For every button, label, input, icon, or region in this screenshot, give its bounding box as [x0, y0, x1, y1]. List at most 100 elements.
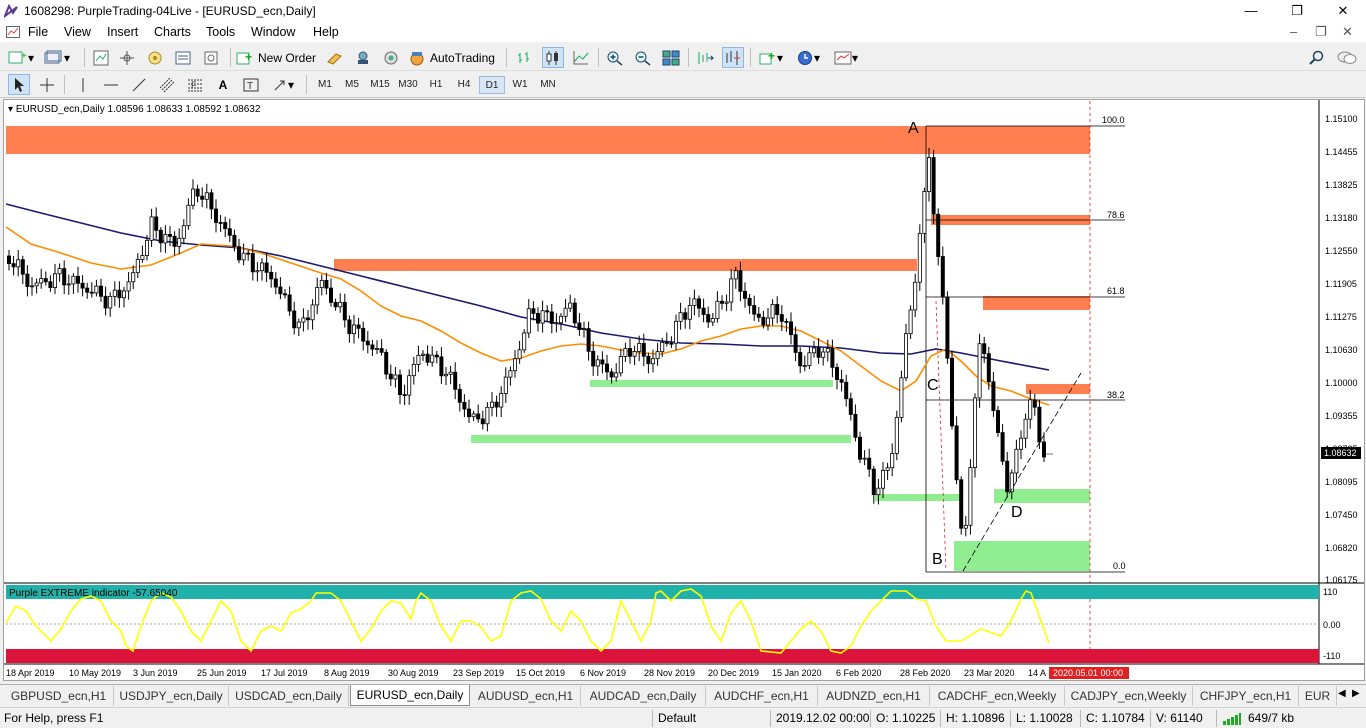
- signals-button[interactable]: [352, 47, 374, 68]
- candle-body: [922, 191, 927, 234]
- menu-insert[interactable]: Insert: [107, 25, 138, 39]
- terminal-button[interactable]: [172, 47, 194, 68]
- tab-audcad-daily[interactable]: AUDCAD_ecn,Daily: [581, 686, 706, 706]
- candle-body: [181, 225, 186, 239]
- candlestick-chart-button[interactable]: [542, 47, 564, 68]
- zoom-in-button[interactable]: [604, 47, 626, 68]
- mdi-close-button[interactable]: ✕: [1342, 24, 1353, 40]
- line-chart-button[interactable]: [570, 47, 592, 68]
- status-profile[interactable]: Default: [658, 711, 696, 725]
- candle-body: [825, 348, 830, 353]
- mdi-minimize-button[interactable]: –: [1290, 24, 1297, 39]
- connection-status-icon[interactable]: [1222, 713, 1242, 725]
- trendline-tool[interactable]: [128, 74, 150, 95]
- chart-window[interactable]: 100.0 78.6 61.8 38.2 0.0 A B C D 1.15100…: [3, 99, 1365, 681]
- text-label-tool[interactable]: T: [240, 74, 262, 95]
- menu-tools[interactable]: Tools: [206, 25, 235, 39]
- support-zone[interactable]: [471, 435, 851, 443]
- channel-icon: [159, 77, 175, 92]
- tab-scroll-left[interactable]: ◀: [1338, 688, 1346, 699]
- tab-audnzd-h1[interactable]: AUDNZD_ecn,H1: [818, 686, 930, 706]
- autoscroll-button[interactable]: [694, 47, 716, 68]
- menu-view[interactable]: View: [64, 25, 91, 39]
- tab-usdcad-daily[interactable]: USDCAD_ecn,Daily: [229, 686, 349, 706]
- date-tick: 28 Nov 2019: [644, 668, 695, 678]
- price-chart[interactable]: 100.0 78.6 61.8 38.2 0.0 A B C D 1.15100…: [4, 100, 1364, 680]
- resistance-zone[interactable]: [1026, 384, 1090, 394]
- candle-body: [80, 282, 85, 289]
- candle-body: [540, 310, 545, 324]
- menu-window[interactable]: Window: [251, 25, 295, 39]
- collapse-arrow-icon[interactable]: ▾: [8, 104, 13, 115]
- maximize-button[interactable]: ❐: [1274, 0, 1320, 22]
- tab-gbpusd-h1[interactable]: GBPUSD_ecn,H1: [4, 686, 114, 706]
- autotrading-button[interactable]: AutoTrading: [408, 47, 500, 68]
- tab-eur-truncated[interactable]: EUR: [1299, 686, 1337, 706]
- support-zone[interactable]: [954, 541, 1090, 571]
- data-window-button[interactable]: [116, 47, 138, 68]
- market-icon: [384, 51, 398, 64]
- market-button[interactable]: [380, 47, 402, 68]
- timeframe-d1[interactable]: D1: [479, 76, 505, 94]
- timeframe-m30[interactable]: M30: [395, 76, 421, 94]
- status-traffic: 649/7 kb: [1248, 711, 1295, 725]
- minimize-button[interactable]: —: [1228, 0, 1274, 22]
- close-button[interactable]: ✕: [1320, 0, 1366, 22]
- equidistant-channel-tool[interactable]: [156, 74, 178, 95]
- candle-body: [766, 317, 771, 326]
- tab-cadchf-weekly[interactable]: CADCHF_ecn,Weekly: [930, 686, 1065, 706]
- search-button[interactable]: [1306, 47, 1328, 68]
- timeframe-h4[interactable]: H4: [451, 76, 477, 94]
- tab-audusd-h1[interactable]: AUDUSD_ecn,H1: [471, 686, 581, 706]
- resistance-zone[interactable]: [983, 296, 1090, 310]
- arrows-tool[interactable]: ▾: [268, 74, 298, 95]
- mdi-restore-button[interactable]: ❐: [1315, 24, 1327, 40]
- strategy-tester-button[interactable]: [200, 47, 222, 68]
- tab-cadjpy-weekly[interactable]: CADJPY_ecn,Weekly: [1065, 686, 1193, 706]
- market-watch-button[interactable]: [90, 47, 112, 68]
- navigator-button[interactable]: [144, 47, 166, 68]
- candle-body: [338, 301, 343, 308]
- tab-chfjpy-h1[interactable]: CHFJPY_ecn,H1: [1193, 686, 1299, 706]
- menu-file[interactable]: File: [28, 25, 48, 39]
- new-chart-button[interactable]: + ▾: [8, 47, 34, 68]
- periods-button[interactable]: ▾: [792, 47, 824, 68]
- new-order-button[interactable]: + New Order: [236, 47, 320, 68]
- metaeditor-button[interactable]: [324, 47, 346, 68]
- candle-body: [89, 291, 94, 294]
- text-tool[interactable]: A: [212, 74, 234, 95]
- timeframe-m15[interactable]: M15: [367, 76, 393, 94]
- chat-button[interactable]: [1336, 47, 1358, 68]
- candlesticks[interactable]: [7, 147, 1047, 537]
- timeframe-mn[interactable]: MN: [535, 76, 561, 94]
- tab-audchf-h1[interactable]: AUDCHF_ecn,H1: [706, 686, 818, 706]
- menu-help[interactable]: Help: [313, 25, 339, 39]
- bar-chart-button[interactable]: [514, 47, 536, 68]
- timeframe-m1[interactable]: M1: [312, 76, 338, 94]
- chart-shift-button[interactable]: [722, 47, 744, 68]
- vertical-line-tool[interactable]: [72, 74, 94, 95]
- fibonacci-retracement[interactable]: 100.0 78.6 61.8 38.2 0.0: [925, 115, 1126, 573]
- profiles-button[interactable]: ▾: [44, 47, 70, 68]
- timeframe-w1[interactable]: W1: [507, 76, 533, 94]
- crosshair-tool[interactable]: [36, 74, 58, 95]
- resistance-zone[interactable]: [334, 259, 917, 271]
- fibonacci-tool[interactable]: F: [184, 74, 206, 95]
- cursor-tool[interactable]: [8, 74, 30, 95]
- candle-body: [531, 308, 536, 314]
- resistance-zone[interactable]: [6, 126, 1090, 154]
- tab-usdjpy-daily[interactable]: USDJPY_ecn,Daily: [114, 686, 229, 706]
- timeframe-m5[interactable]: M5: [339, 76, 365, 94]
- support-zone[interactable]: [875, 494, 962, 501]
- horizontal-line-tool[interactable]: [100, 74, 122, 95]
- tile-windows-button[interactable]: [660, 47, 682, 68]
- candle-body: [609, 371, 614, 378]
- indicators-button[interactable]: + ▾: [756, 47, 786, 68]
- menu-charts[interactable]: Charts: [154, 25, 191, 39]
- zoom-out-button[interactable]: [632, 47, 654, 68]
- templates-button[interactable]: ▾: [830, 47, 862, 68]
- timeframe-h1[interactable]: H1: [423, 76, 449, 94]
- tab-scroll-right[interactable]: ▶: [1352, 688, 1360, 699]
- support-zone[interactable]: [590, 380, 833, 387]
- tab-eurusd-daily[interactable]: EURUSD_ecn,Daily: [350, 685, 470, 706]
